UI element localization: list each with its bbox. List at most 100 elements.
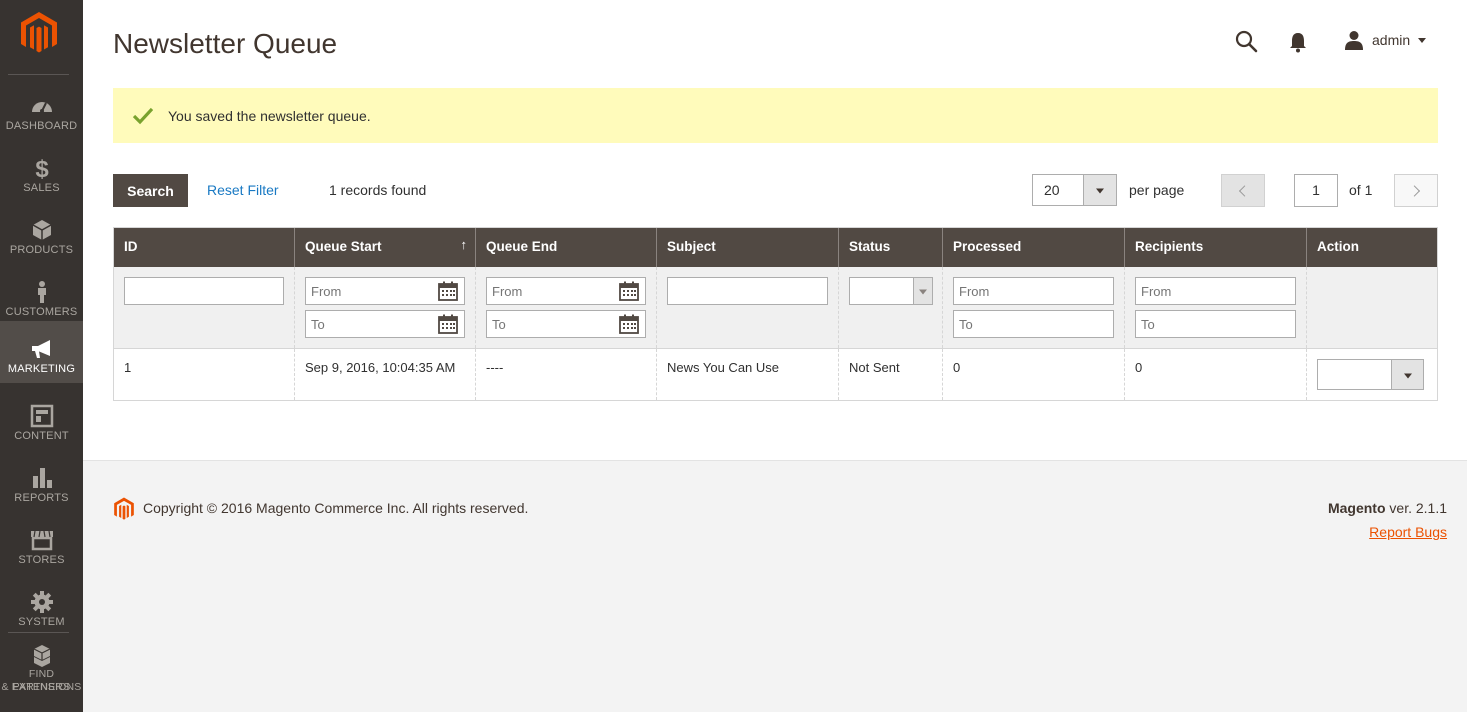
previous-page-button[interactable]	[1221, 174, 1265, 207]
grid-filter-row	[114, 267, 1437, 349]
svg-text:$: $	[35, 156, 49, 180]
nav-stores[interactable]: STORES	[0, 512, 83, 574]
cell-processed: 0	[943, 349, 1125, 400]
success-message: You saved the newsletter queue.	[113, 88, 1438, 143]
user-menu[interactable]: admin	[1344, 29, 1427, 51]
page-title: Newsletter Queue	[113, 28, 338, 59]
per-page-select[interactable]: 20	[1032, 174, 1117, 206]
filter-action-cell	[1307, 267, 1437, 348]
action-dropdown-button[interactable]	[1391, 360, 1423, 389]
grid-toolbar: Search Reset Filter 1 records found 20 p…	[113, 174, 1438, 208]
filter-id-input[interactable]	[124, 277, 284, 305]
nav-label: PRODUCTS	[9, 244, 74, 256]
date-to-wrap	[486, 310, 646, 338]
person-icon	[37, 281, 46, 303]
nav-label: SYSTEM	[18, 616, 65, 628]
gear-icon	[30, 591, 53, 613]
filter-processed-cell	[943, 267, 1125, 348]
nav-system[interactable]: SYSTEM	[0, 574, 83, 636]
calendar-icon[interactable]	[438, 314, 458, 334]
nav-sales[interactable]: $ SALES	[0, 140, 83, 202]
grid-header-row: ID Queue Start ↑ Queue End Subject Statu…	[114, 228, 1437, 267]
cell-queue-end: ----	[476, 349, 657, 400]
nav-label: MARKETING	[7, 363, 76, 375]
reset-filter-link[interactable]: Reset Filter	[207, 182, 279, 198]
filter-subject-input[interactable]	[667, 277, 828, 305]
search-icon[interactable]	[1234, 29, 1258, 53]
cell-recipients: 0	[1125, 349, 1307, 400]
version-number: ver. 2.1.1	[1385, 500, 1447, 516]
filter-id-cell	[114, 267, 295, 348]
report-bugs-link[interactable]: Report Bugs	[1369, 524, 1447, 540]
bell-icon[interactable]	[1288, 31, 1308, 53]
cell-subject: News You Can Use	[657, 349, 839, 400]
column-label: Queue Start	[305, 239, 382, 254]
action-select[interactable]	[1317, 359, 1424, 390]
filter-recipients-cell	[1125, 267, 1307, 348]
magento-logo[interactable]	[113, 497, 135, 521]
calendar-icon[interactable]	[619, 314, 639, 334]
sidebar-divider	[8, 74, 69, 75]
records-count: 1 records found	[329, 182, 427, 198]
page-footer: Copyright © 2016 Magento Commerce Inc. A…	[83, 460, 1467, 712]
nav-content[interactable]: CONTENT	[0, 388, 83, 450]
user-icon	[1345, 31, 1363, 50]
nav-products[interactable]: PRODUCTS	[0, 202, 83, 264]
dollar-icon: $	[35, 156, 49, 180]
nav-reports[interactable]: REPORTS	[0, 450, 83, 512]
filter-recipients-to[interactable]	[1135, 310, 1296, 338]
filter-subject-cell	[657, 267, 839, 348]
table-row[interactable]: 1 Sep 9, 2016, 10:04:35 AM ---- News You…	[114, 349, 1437, 400]
column-header-processed[interactable]: Processed	[943, 228, 1125, 267]
filter-processed-from[interactable]	[953, 277, 1114, 305]
chevron-down-icon	[919, 289, 927, 295]
nav-marketing[interactable]: MARKETING	[0, 321, 83, 383]
column-header-status[interactable]: Status	[839, 228, 943, 267]
calendar-icon[interactable]	[619, 281, 639, 301]
nav-label: SALES	[23, 182, 60, 194]
sidebar-divider	[8, 632, 69, 633]
next-page-button[interactable]	[1394, 174, 1438, 207]
user-name: admin	[1372, 32, 1411, 48]
date-to-wrap	[305, 310, 465, 338]
column-header-queue-end[interactable]: Queue End	[476, 228, 657, 267]
megaphone-icon	[31, 340, 50, 358]
column-header-recipients[interactable]: Recipients	[1125, 228, 1307, 267]
copyright-text: Copyright © 2016 Magento Commerce Inc. A…	[143, 500, 529, 516]
date-from-wrap	[486, 277, 646, 305]
nav-find-partners[interactable]: FIND PARTNERS & EXTENSIONS	[0, 638, 83, 712]
search-button[interactable]: Search	[113, 174, 188, 207]
chevron-down-icon	[1096, 188, 1104, 194]
chevron-down-icon	[1403, 373, 1412, 378]
layout-icon	[30, 404, 53, 428]
column-header-subject[interactable]: Subject	[657, 228, 839, 267]
version-text: Magento ver. 2.1.1	[1328, 500, 1447, 516]
nav-dashboard[interactable]: DASHBOARD	[0, 78, 83, 140]
filter-processed-to[interactable]	[953, 310, 1114, 338]
nav-label: REPORTS	[14, 492, 69, 504]
filter-status-select[interactable]	[849, 277, 933, 305]
cell-status: Not Sent	[839, 349, 943, 400]
status-dropdown-button[interactable]	[913, 278, 932, 304]
chevron-left-icon	[1238, 184, 1251, 197]
calendar-icon[interactable]	[438, 281, 458, 301]
nav-label: CONTENT	[14, 430, 69, 442]
cell-action	[1307, 349, 1437, 400]
column-header-queue-start[interactable]: Queue Start ↑	[295, 228, 476, 267]
filter-queue-start-cell	[295, 267, 476, 348]
boxes-icon	[33, 645, 50, 667]
nav-customers[interactable]: CUSTOMERS	[0, 264, 83, 326]
nav-label: CUSTOMERS	[5, 306, 78, 318]
magento-logo[interactable]	[19, 11, 59, 55]
brand-name: Magento	[1327, 500, 1386, 516]
message-text: You saved the newsletter queue.	[168, 107, 371, 124]
page-number-input[interactable]: 1	[1294, 174, 1338, 207]
date-from-wrap	[305, 277, 465, 305]
filter-recipients-from[interactable]	[1135, 277, 1296, 305]
column-header-id[interactable]: ID	[114, 228, 295, 267]
per-page-label: per page	[1129, 182, 1185, 198]
sort-ascending-icon: ↑	[460, 237, 468, 252]
dashboard-icon	[31, 102, 52, 113]
per-page-value: 20	[1044, 182, 1060, 198]
per-page-dropdown-button[interactable]	[1083, 175, 1116, 205]
